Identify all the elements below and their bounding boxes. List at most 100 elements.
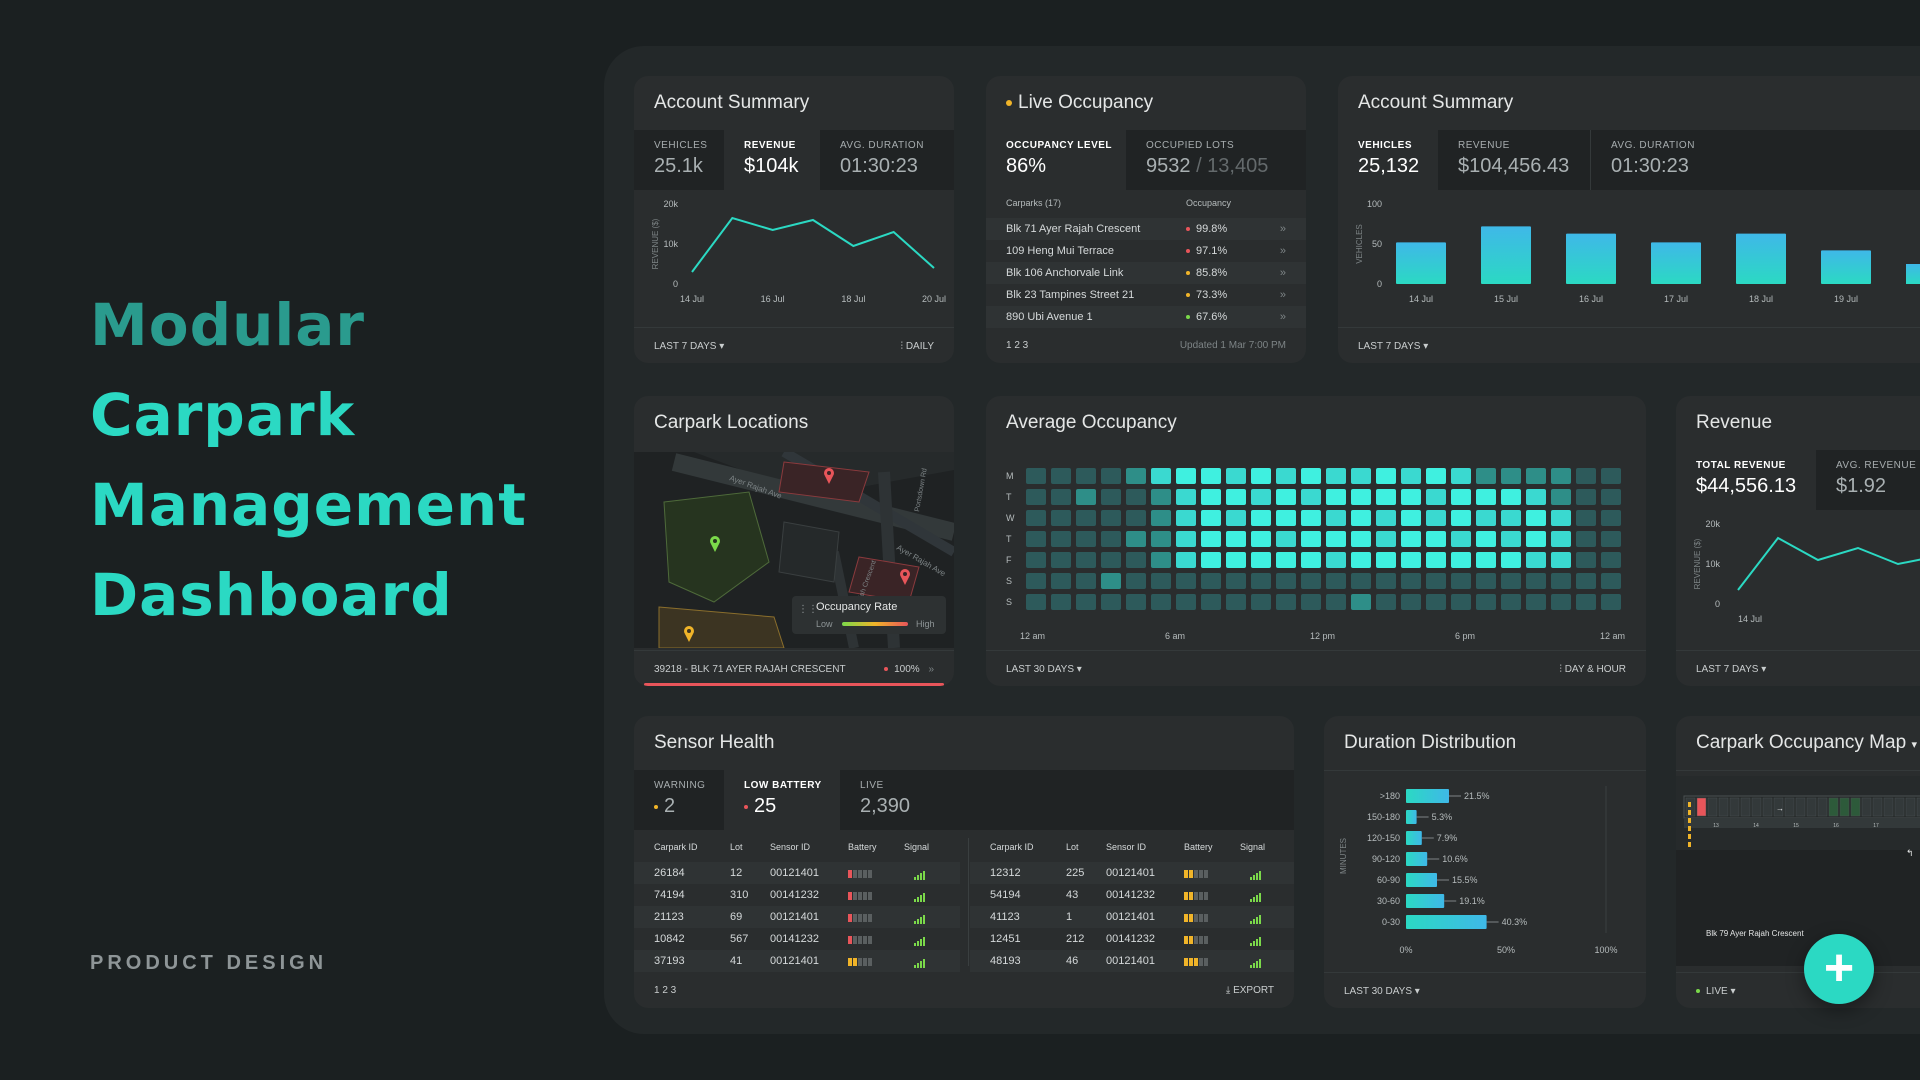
table-row[interactable]: 12312 225 00121401 [970,862,1294,884]
heatmap-cell[interactable] [1376,594,1396,610]
heatmap-cell[interactable] [1176,594,1196,610]
heatmap-cell[interactable] [1451,573,1471,589]
heatmap-cell[interactable] [1126,489,1146,505]
heatmap-cell[interactable] [1126,468,1146,484]
heatmap-cell[interactable] [1076,468,1096,484]
heatmap-cell[interactable] [1451,594,1471,610]
heatmap-cell[interactable] [1326,594,1346,610]
stat-occupied-lots[interactable]: OCCUPIED LOTS 9532 / 13,405 [1126,130,1306,190]
stat-warning[interactable]: WARNING 2 [634,770,724,830]
list-item[interactable]: Blk 106 Anchorvale Link 85.8% » [986,262,1306,284]
heatmap-cell[interactable] [1426,510,1446,526]
heatmap-cell[interactable] [1351,489,1371,505]
heatmap-cell[interactable] [1326,531,1346,547]
heatmap-cell[interactable] [1426,531,1446,547]
heatmap-cell[interactable] [1226,552,1246,568]
heatmap-cell[interactable] [1376,531,1396,547]
heatmap-cell[interactable] [1351,468,1371,484]
heatmap-cell[interactable] [1401,489,1421,505]
heatmap-cell[interactable] [1451,510,1471,526]
heatmap-cell[interactable] [1551,468,1571,484]
heatmap-cell[interactable] [1576,552,1596,568]
heatmap-cell[interactable] [1401,594,1421,610]
column-header[interactable]: Sensor ID [770,842,810,852]
heatmap-cell[interactable] [1601,510,1621,526]
heatmap-cell[interactable] [1476,594,1496,610]
stat-revenue[interactable]: REVENUE $104k [724,130,820,190]
heatmap-cell[interactable] [1051,573,1071,589]
heatmap-cell[interactable] [1251,552,1271,568]
heatmap-cell[interactable] [1376,573,1396,589]
range-dropdown[interactable]: LAST 30 DAYS ▾ [1006,664,1082,675]
heatmap-cell[interactable] [1126,573,1146,589]
heatmap-cell[interactable] [1251,489,1271,505]
heatmap-cell[interactable] [1351,531,1371,547]
heatmap-cell[interactable] [1301,468,1321,484]
floorplan-map[interactable]: 13 14 15 16 17 Blk 79 Ayer Rajah Crescent → ↰ [1676,776,1920,966]
heatmap-cell[interactable] [1101,573,1121,589]
heatmap-cell[interactable] [1501,552,1521,568]
interval-toggle[interactable]: ⫶ DAILY [901,341,934,352]
heatmap-cell[interactable] [1251,468,1271,484]
list-item[interactable]: 890 Ubi Avenue 1 67.6% » [986,306,1306,328]
heatmap-cell[interactable] [1551,573,1571,589]
heatmap-cell[interactable] [1451,468,1471,484]
heatmap-cell[interactable] [1076,531,1096,547]
live-dropdown[interactable]: LIVE ▾ [1696,986,1736,997]
table-row[interactable]: 37193 41 00121401 [634,950,960,972]
heatmap-cell[interactable] [1151,468,1171,484]
heatmap-cell[interactable] [1576,594,1596,610]
list-item[interactable]: Blk 23 Tampines Street 21 73.3% » [986,284,1306,306]
stat-avg-revenue[interactable]: AVG. REVENUE PER $1.92 [1816,450,1920,510]
heatmap-cell[interactable] [1526,573,1546,589]
stat-vehicles[interactable]: VEHICLES 25,132 [1338,130,1438,190]
heatmap-cell[interactable] [1051,552,1071,568]
column-header[interactable]: Lot [1066,842,1079,852]
heatmap-cell[interactable] [1101,510,1121,526]
heatmap-cell[interactable] [1351,573,1371,589]
heatmap-cell[interactable] [1601,573,1621,589]
heatmap-cell[interactable] [1601,489,1621,505]
heatmap-cell[interactable] [1101,468,1121,484]
heatmap-cell[interactable] [1501,531,1521,547]
column-header[interactable]: Battery [848,842,877,852]
heatmap-cell[interactable] [1401,510,1421,526]
table-row[interactable]: 26184 12 00121401 [634,862,960,884]
heatmap-cell[interactable] [1576,531,1596,547]
heatmap-cell[interactable] [1201,573,1221,589]
heatmap-cell[interactable] [1426,489,1446,505]
list-item[interactable]: Blk 71 Ayer Rajah Crescent 99.8% » [986,218,1306,240]
heatmap-cell[interactable] [1401,552,1421,568]
heatmap-cell[interactable] [1201,468,1221,484]
heatmap-cell[interactable] [1526,489,1546,505]
heatmap-cell[interactable] [1551,489,1571,505]
column-header[interactable]: Carpark ID [990,842,1034,852]
heatmap-cell[interactable] [1151,594,1171,610]
heatmap-cell[interactable] [1076,552,1096,568]
heatmap-cell[interactable] [1476,510,1496,526]
heatmap-cell[interactable] [1301,489,1321,505]
heatmap-cell[interactable] [1326,468,1346,484]
heatmap-cell[interactable] [1151,552,1171,568]
stat-live[interactable]: LIVE 2,390 [840,770,960,830]
heatmap-cell[interactable] [1526,510,1546,526]
column-header[interactable]: Carpark ID [654,842,698,852]
heatmap-cell[interactable] [1301,531,1321,547]
stat-low-battery[interactable]: LOW BATTERY 25 [724,770,840,830]
heatmap-cell[interactable] [1176,468,1196,484]
heatmap-cell[interactable] [1026,573,1046,589]
heatmap-cell[interactable] [1551,510,1571,526]
heatmap-cell[interactable] [1376,552,1396,568]
heatmap-cell[interactable] [1226,594,1246,610]
heatmap-cell[interactable] [1201,552,1221,568]
heatmap-cell[interactable] [1526,552,1546,568]
range-dropdown[interactable]: LAST 7 DAYS ▾ [1358,341,1428,352]
heatmap-cell[interactable] [1551,594,1571,610]
heatmap-cell[interactable] [1351,552,1371,568]
heatmap-cell[interactable] [1051,531,1071,547]
column-header[interactable]: Signal [904,842,929,852]
heatmap-cell[interactable] [1476,531,1496,547]
heatmap-cell[interactable] [1226,531,1246,547]
heatmap-cell[interactable] [1026,552,1046,568]
heatmap-cell[interactable] [1426,573,1446,589]
